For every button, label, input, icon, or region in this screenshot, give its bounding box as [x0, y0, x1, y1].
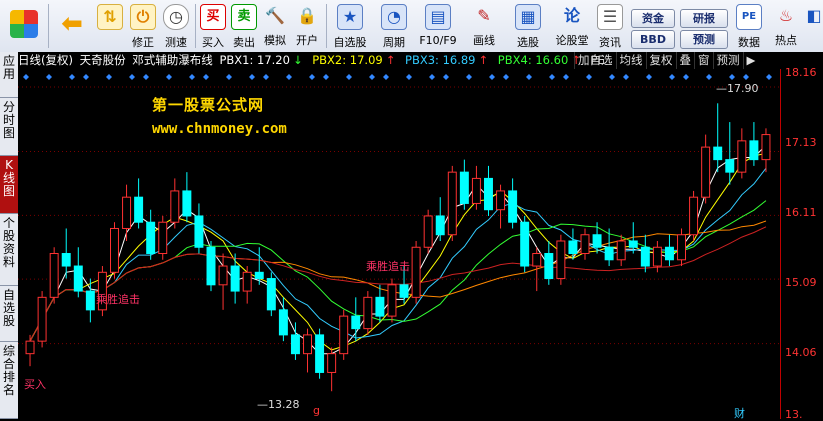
sell-icon: 卖: [231, 4, 257, 30]
period-label: 周期: [383, 36, 405, 49]
funds-pill[interactable]: 资金: [631, 9, 675, 28]
back-button[interactable]: ⬅: [54, 2, 90, 50]
draw-line-label: 画线: [473, 34, 495, 47]
tab-kline[interactable]: K线图: [0, 156, 18, 214]
high-price-label: —17.90: [716, 82, 759, 95]
stock-screen-button[interactable]: ▦ 选股: [508, 2, 548, 50]
stock-name: 天奇股份: [79, 53, 126, 67]
buy-label: 买入: [202, 36, 224, 49]
forum-icon: 论: [563, 6, 580, 25]
window-button[interactable]: 窗: [694, 52, 713, 69]
watchlist-button[interactable]: ★ 自选股: [330, 2, 370, 50]
sell-button[interactable]: 卖 卖出: [230, 2, 258, 50]
axis-label: 15.09: [785, 276, 817, 289]
pbx2-value: PBX2: 17.09 ↑: [312, 53, 396, 67]
simulate-button[interactable]: 🔨 模拟: [261, 2, 289, 50]
axis-label: 17.13: [785, 136, 817, 149]
period-clock-icon: ◔: [381, 4, 407, 30]
tab-ranking[interactable]: 综合排名: [0, 342, 18, 419]
watchlist-label: 自选股: [333, 36, 367, 49]
pbx4-value: PBX4: 16.60 ↑: [497, 53, 581, 67]
speed-test-button[interactable]: ◷ 测速: [161, 2, 191, 50]
document-icon: ▤: [425, 4, 451, 30]
buy-button[interactable]: 买 买入: [199, 2, 227, 50]
moving-average-button[interactable]: 均线: [615, 52, 646, 69]
price-axis: 18.16 17.13 16.11 15.09 14.06 13.: [780, 66, 823, 421]
kline-chart-area[interactable]: [18, 52, 823, 419]
hotspot-label: 热点: [775, 34, 797, 47]
forum-label: 论股堂: [555, 34, 589, 47]
arrow-left-icon: ⬅: [61, 9, 83, 39]
buy-signal-label: 买入: [24, 378, 46, 391]
forecast-button[interactable]: 预测: [712, 52, 743, 69]
pbx3-value: PBX3: 16.89 ↑: [405, 53, 489, 67]
buy-icon: 买: [200, 4, 226, 30]
main-toolbar: ⬅ ⇅ ⏻ 修正 ◷ 测速 买 买入 卖 卖出 🔨 模拟 🔒 开户 ★ 自选股 …: [0, 0, 823, 53]
f10-label: F10/F9: [419, 34, 457, 47]
overlay-button[interactable]: 叠: [675, 52, 695, 69]
correct-label: 修正: [132, 36, 154, 49]
news-label: 资讯: [599, 36, 621, 49]
arrow-up-down-icon: ⇅: [97, 4, 123, 30]
nav-up-down-button[interactable]: ⇅: [96, 2, 124, 50]
adjust-button[interactable]: 复权: [645, 52, 676, 69]
hammer-icon: 🔨: [265, 6, 285, 25]
lock-icon: 🔒: [297, 6, 317, 25]
sell-label: 卖出: [233, 36, 255, 49]
pbx1-value: PBX1: 17.20 ↓: [219, 53, 303, 67]
news-icon: ☰: [597, 4, 623, 30]
indicator-name[interactable]: 邓式辅助瀑布线: [132, 53, 213, 67]
f10-button[interactable]: ▤ F10/F9: [416, 2, 460, 50]
bottom-mark: g: [313, 404, 320, 417]
pen-icon: ✎: [477, 6, 491, 25]
chart-right-buttons: 加自选 均线 复权 叠 窗 预测 ▶: [574, 52, 758, 69]
axis-label: 14.06: [785, 346, 817, 359]
tab-stock-info[interactable]: 个股资料: [0, 214, 18, 286]
tab-apps[interactable]: 应用: [0, 52, 18, 98]
tab-intraday[interactable]: 分时图: [0, 98, 18, 156]
data-label: 数据: [738, 36, 760, 49]
tab-watchlist[interactable]: 自选股: [0, 286, 18, 342]
low-price-label: —13.28: [257, 398, 300, 411]
watermark-title: 第一股票公式网: [152, 96, 265, 114]
period-text[interactable]: 日线(复权): [18, 53, 73, 67]
open-account-label: 开户: [296, 34, 318, 47]
signal-label: 乘胜追击: [366, 260, 410, 273]
star-window-icon: ★: [337, 4, 363, 30]
stock-screen-label: 选股: [517, 36, 539, 49]
app-menu-button[interactable]: [4, 2, 44, 50]
axis-label: 18.16: [785, 66, 817, 79]
simulate-label: 模拟: [264, 34, 286, 47]
side-tab-bar: 应用 分时图 K线图 个股资料 自选股 综合排名: [0, 52, 18, 419]
draw-line-button[interactable]: ✎ 画线: [466, 2, 502, 50]
forecast-pill[interactable]: 预测: [680, 30, 728, 49]
axis-label: 13.: [785, 408, 803, 421]
data-button[interactable]: PE 数据: [734, 2, 764, 50]
hotspot-flame-icon: ♨: [778, 6, 794, 25]
watermark-url: www.chnmoney.com: [152, 121, 287, 137]
more-button[interactable]: ◧: [805, 2, 823, 50]
axis-label: 16.11: [785, 206, 817, 219]
hotspot-button[interactable]: ♨ 热点: [770, 2, 802, 50]
pe-data-icon: PE: [736, 4, 762, 30]
bbd-pill[interactable]: BBD: [631, 30, 675, 49]
clock-icon: ◷: [163, 4, 189, 30]
period-button[interactable]: ◔ 周期: [376, 2, 412, 50]
more-icon: ◧: [806, 6, 822, 25]
expand-arrow-icon[interactable]: ▶: [742, 52, 759, 69]
speed-test-label: 测速: [165, 36, 187, 49]
news-button[interactable]: ☰ 资讯: [595, 2, 625, 50]
add-watchlist-button[interactable]: 加自选: [574, 52, 616, 69]
grid-logo-icon: [10, 10, 38, 38]
signal-label: 乘胜追击: [96, 293, 140, 306]
forum-button[interactable]: 论 论股堂: [552, 2, 592, 50]
screen-icon: ▦: [515, 4, 541, 30]
power-icon: ⏻: [130, 4, 156, 30]
research-pill[interactable]: 研报: [680, 9, 728, 28]
correct-button[interactable]: ⏻ 修正: [128, 2, 158, 50]
open-account-button[interactable]: 🔒 开户: [292, 2, 322, 50]
